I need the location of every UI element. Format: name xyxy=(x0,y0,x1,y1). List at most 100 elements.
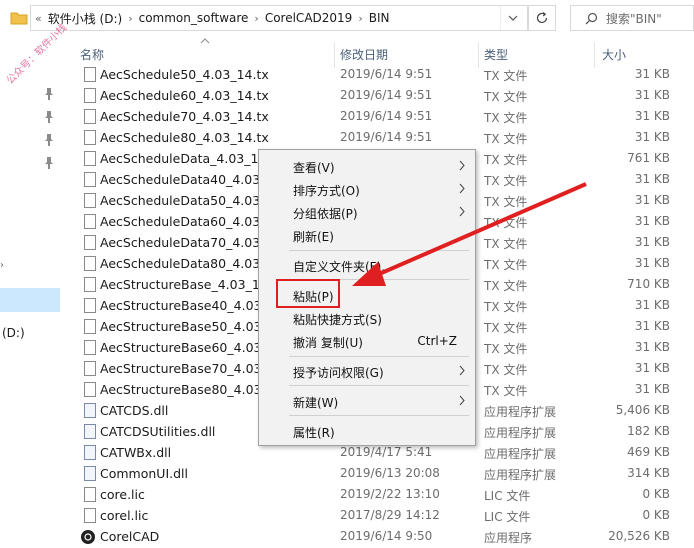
address-dropdown-button[interactable] xyxy=(500,6,524,30)
menu-item-undo-copy[interactable]: 撤消 复制(U) Ctrl+Z xyxy=(259,330,475,352)
file-name: core.lic xyxy=(100,487,145,502)
file-type: TX 文件 xyxy=(484,132,528,146)
menu-item-customize-folder[interactable]: 自定义文件夹(F)... xyxy=(259,254,475,276)
file-size: 761 KB xyxy=(627,151,670,165)
file-name: AecScheduleData_4.03_14 xyxy=(100,151,267,166)
refresh-button[interactable] xyxy=(528,5,556,31)
menu-item-label: 查看(V) xyxy=(293,161,335,175)
file-type: TX 文件 xyxy=(484,69,528,83)
breadcrumb-separator[interactable]: › xyxy=(128,12,132,25)
file-name: AecStructureBase_4.03_14.tx xyxy=(100,277,284,292)
folder-icon xyxy=(10,12,28,25)
breadcrumb-common-software[interactable]: common_software xyxy=(139,11,249,25)
file-name: CorelCAD xyxy=(100,529,160,544)
file-size: 469 KB xyxy=(627,445,670,459)
column-size[interactable]: 大小 xyxy=(602,46,626,63)
paste-highlight-box xyxy=(276,279,340,308)
file-name: AecStructureBase50_4.03_14 xyxy=(100,319,284,334)
file-icon xyxy=(84,193,96,208)
file-icon xyxy=(84,382,96,397)
file-name: corel.lic xyxy=(100,508,149,523)
menu-item-view[interactable]: 查看(V) xyxy=(259,155,475,177)
menu-item-shortcut: Ctrl+Z xyxy=(417,334,457,348)
nav-expand-chevron[interactable]: › xyxy=(0,260,4,271)
file-size: 31 KB xyxy=(634,88,670,102)
pin-icon[interactable] xyxy=(44,88,54,100)
file-date: 2019/4/17 5:41 xyxy=(340,445,433,459)
file-name: CommonUI.dll xyxy=(100,466,188,481)
file-type: TX 文件 xyxy=(484,90,528,104)
menu-item-paste-shortcut[interactable]: 粘贴快捷方式(S) xyxy=(259,307,475,329)
menu-item-label: 排序方式(O) xyxy=(293,184,360,198)
chevron-right-icon xyxy=(459,206,465,217)
breadcrumb-bin[interactable]: BIN xyxy=(369,11,390,25)
file-type: TX 文件 xyxy=(484,384,528,398)
table-row[interactable]: CorelCAD 2019/6/14 9:50 应用程序 20,526 KB xyxy=(62,526,694,547)
file-name: AecStructureBase70_4.03_14 xyxy=(100,361,284,376)
file-date: 2019/6/14 9:51 xyxy=(340,130,433,144)
navigation-pane: 公众号：软件小栈 › (D:) xyxy=(0,22,69,548)
address-bar-area: « 软件小栈 (D:) › common_software › CorelCAD… xyxy=(0,0,694,36)
menu-item-group[interactable]: 分组依据(P) xyxy=(259,201,475,223)
pin-icon[interactable] xyxy=(44,134,54,146)
file-size: 31 KB xyxy=(634,172,670,186)
file-type: TX 文件 xyxy=(484,342,528,356)
file-icon xyxy=(84,298,96,313)
file-icon xyxy=(84,130,96,145)
table-row[interactable]: AecSchedule60_4.03_14.tx 2019/6/14 9:51 TX… xyxy=(62,85,694,106)
file-name: CATWBx.dll xyxy=(100,445,172,460)
menu-item-new[interactable]: 新建(W) xyxy=(259,390,475,412)
nav-item-selected[interactable] xyxy=(0,288,60,312)
file-name: AecScheduleData40_4.03_14 xyxy=(100,172,283,187)
table-row[interactable]: AecSchedule70_4.03_14.tx 2019/6/14 9:51 TX… xyxy=(62,106,694,127)
file-size: 31 KB xyxy=(634,193,670,207)
menu-item-grant-access[interactable]: 授予访问权限(G) xyxy=(259,360,475,382)
chevron-right-icon xyxy=(459,183,465,194)
file-name: AecSchedule60_4.03_14.tx xyxy=(100,88,269,103)
table-row[interactable]: AecSchedule80_4.03_14.tx 2019/6/14 9:51 TX… xyxy=(62,127,694,148)
file-icon xyxy=(84,235,96,250)
file-size: 31 KB xyxy=(634,298,670,312)
breadcrumb-overflow[interactable]: « xyxy=(35,12,42,25)
table-row[interactable]: AecSchedule50_4.03_14.tx 2019/6/14 9:51 TX… xyxy=(62,64,694,85)
nav-item-drive[interactable]: (D:) xyxy=(2,326,25,340)
file-icon xyxy=(84,277,96,292)
menu-item-properties[interactable]: 属性(R) xyxy=(259,420,475,442)
file-size: 20,526 KB xyxy=(608,529,670,543)
file-icon xyxy=(84,319,96,334)
file-type: LIC 文件 xyxy=(484,510,531,524)
file-type: 应用程序扩展 xyxy=(484,447,557,461)
file-icon xyxy=(84,88,96,103)
breadcrumb[interactable]: « 软件小栈 (D:) › common_software › CorelCAD… xyxy=(30,5,528,31)
column-date[interactable]: 修改日期 xyxy=(340,46,388,63)
menu-item-label: 分组依据(P) xyxy=(293,207,358,221)
file-name: AecScheduleData50_4.03_14 xyxy=(100,193,283,208)
menu-item-label: 新建(W) xyxy=(293,396,339,410)
menu-item-label: 撤消 复制(U) xyxy=(293,336,363,350)
pin-icon[interactable] xyxy=(44,111,54,123)
table-row[interactable]: CommonUI.dll 2019/6/13 20:08 应用程序扩展 314 KB xyxy=(62,463,694,484)
search-box[interactable]: 搜索"BIN" xyxy=(570,5,694,31)
table-row[interactable]: corel.lic 2017/8/29 14:12 LIC 文件 0 KB xyxy=(62,505,694,526)
search-input[interactable]: 搜索"BIN" xyxy=(606,10,662,27)
file-icon xyxy=(84,361,96,376)
file-name: AecSchedule50_4.03_14.tx xyxy=(100,67,269,82)
pin-icon[interactable] xyxy=(44,157,54,169)
menu-separator xyxy=(289,385,469,386)
menu-item-label: 属性(R) xyxy=(293,426,335,440)
table-row[interactable]: core.lic 2019/2/22 13:10 LIC 文件 0 KB xyxy=(62,484,694,505)
file-size: 31 KB xyxy=(634,214,670,228)
file-icon xyxy=(84,508,96,523)
column-type[interactable]: 类型 xyxy=(484,46,508,63)
file-name: AecSchedule70_4.03_14.tx xyxy=(100,109,269,124)
file-size: 31 KB xyxy=(634,256,670,270)
menu-item-refresh[interactable]: 刷新(E) xyxy=(259,224,475,246)
file-type: TX 文件 xyxy=(484,258,528,272)
breadcrumb-separator[interactable]: › xyxy=(358,12,362,25)
breadcrumb-separator[interactable]: › xyxy=(254,12,258,25)
menu-item-sort[interactable]: 排序方式(O) xyxy=(259,178,475,200)
file-size: 31 KB xyxy=(634,319,670,333)
breadcrumb-corelcad2019[interactable]: CorelCAD2019 xyxy=(265,11,352,25)
menu-item-label: 自定义文件夹(F)... xyxy=(293,260,393,274)
column-name[interactable]: 名称 xyxy=(80,46,104,63)
